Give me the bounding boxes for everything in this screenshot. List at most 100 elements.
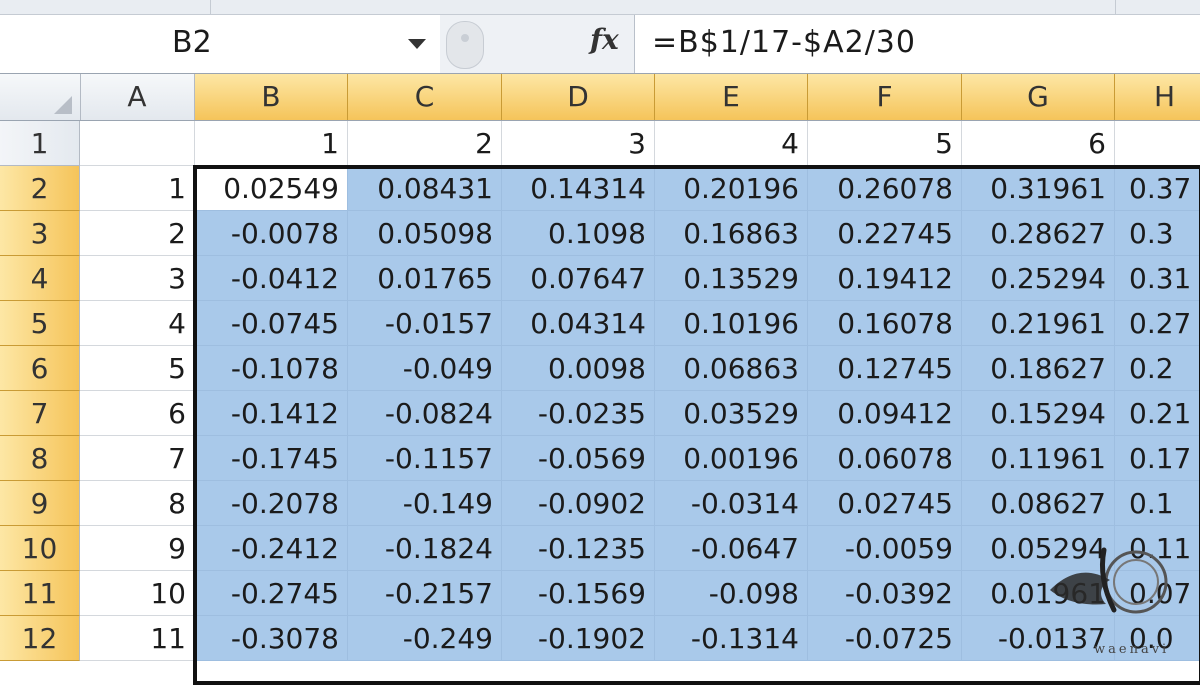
cell-f6[interactable]: 0.12745 [808, 346, 962, 391]
cell-e11[interactable]: -0.098 [655, 571, 808, 616]
cell-b10[interactable]: -0.2412 [195, 526, 348, 571]
cell-d11[interactable]: -0.1569 [502, 571, 655, 616]
cell-h6[interactable]: 0.2 [1115, 346, 1200, 391]
row-header-3[interactable]: 3 [0, 211, 80, 256]
cell-b6[interactable]: -0.1078 [195, 346, 348, 391]
cell-h9[interactable]: 0.1 [1115, 481, 1200, 526]
cell-f7[interactable]: 0.09412 [808, 391, 962, 436]
cell-g8[interactable]: 0.11961 [962, 436, 1115, 481]
cell-c11[interactable]: -0.2157 [348, 571, 502, 616]
cell-h12[interactable]: 0.0 [1115, 616, 1200, 661]
cell-f2[interactable]: 0.26078 [808, 166, 962, 211]
cell-e9[interactable]: -0.0314 [655, 481, 808, 526]
cell-h7[interactable]: 0.21 [1115, 391, 1200, 436]
cell-b12[interactable]: -0.3078 [195, 616, 348, 661]
cell-a5[interactable]: 4 [80, 301, 195, 346]
select-all-button[interactable] [0, 74, 81, 120]
row-header-7[interactable]: 7 [0, 391, 80, 436]
cell-f5[interactable]: 0.16078 [808, 301, 962, 346]
cell-d10[interactable]: -0.1235 [502, 526, 655, 571]
cell-g5[interactable]: 0.21961 [962, 301, 1115, 346]
cell-c8[interactable]: -0.1157 [348, 436, 502, 481]
cell-d1[interactable]: 3 [502, 121, 655, 166]
cell-b3[interactable]: -0.0078 [195, 211, 348, 256]
cell-b11[interactable]: -0.2745 [195, 571, 348, 616]
cell-b8[interactable]: -0.1745 [195, 436, 348, 481]
cell-f1[interactable]: 5 [808, 121, 962, 166]
cell-d2[interactable]: 0.14314 [502, 166, 655, 211]
cell-e10[interactable]: -0.0647 [655, 526, 808, 571]
row-header-5[interactable]: 5 [0, 301, 80, 346]
row-header-4[interactable]: 4 [0, 256, 80, 301]
cell-d4[interactable]: 0.07647 [502, 256, 655, 301]
cell-c5[interactable]: -0.0157 [348, 301, 502, 346]
column-header-a[interactable]: A [80, 74, 195, 120]
cell-e3[interactable]: 0.16863 [655, 211, 808, 256]
cell-g11[interactable]: 0.01961 [962, 571, 1115, 616]
column-header-e[interactable]: E [655, 74, 808, 120]
cell-b4[interactable]: -0.0412 [195, 256, 348, 301]
splitter-handle[interactable] [446, 21, 484, 69]
cell-g12[interactable]: -0.0137 [962, 616, 1115, 661]
column-header-f[interactable]: F [808, 74, 962, 120]
cell-h8[interactable]: 0.17 [1115, 436, 1200, 481]
cell-h1[interactable] [1115, 121, 1200, 166]
cell-g3[interactable]: 0.28627 [962, 211, 1115, 256]
cell-e1[interactable]: 4 [655, 121, 808, 166]
cell-g4[interactable]: 0.25294 [962, 256, 1115, 301]
cell-e4[interactable]: 0.13529 [655, 256, 808, 301]
column-header-d[interactable]: D [502, 74, 655, 120]
cell-b1[interactable]: 1 [195, 121, 348, 166]
cell-a7[interactable]: 6 [80, 391, 195, 436]
cell-c2[interactable]: 0.08431 [348, 166, 502, 211]
cell-a9[interactable]: 8 [80, 481, 195, 526]
cell-c7[interactable]: -0.0824 [348, 391, 502, 436]
name-box[interactable]: B2 [0, 15, 441, 73]
cell-c10[interactable]: -0.1824 [348, 526, 502, 571]
cell-c1[interactable]: 2 [348, 121, 502, 166]
column-header-g[interactable]: G [962, 74, 1115, 120]
cell-c3[interactable]: 0.05098 [348, 211, 502, 256]
cell-f12[interactable]: -0.0725 [808, 616, 962, 661]
cell-g7[interactable]: 0.15294 [962, 391, 1115, 436]
cell-d3[interactable]: 0.1098 [502, 211, 655, 256]
chevron-down-icon[interactable] [408, 39, 426, 49]
cell-e12[interactable]: -0.1314 [655, 616, 808, 661]
cell-a11[interactable]: 10 [80, 571, 195, 616]
cell-a8[interactable]: 7 [80, 436, 195, 481]
cell-d5[interactable]: 0.04314 [502, 301, 655, 346]
cell-h2[interactable]: 0.37 [1115, 166, 1200, 211]
column-header-b[interactable]: B [195, 74, 348, 120]
cell-a4[interactable]: 3 [80, 256, 195, 301]
cell-a3[interactable]: 2 [80, 211, 195, 256]
column-header-h[interactable]: H [1115, 74, 1200, 120]
cell-e6[interactable]: 0.06863 [655, 346, 808, 391]
cell-d6[interactable]: 0.0098 [502, 346, 655, 391]
row-header-2[interactable]: 2 [0, 166, 80, 211]
cell-h10[interactable]: 0.11 [1115, 526, 1200, 571]
cell-e8[interactable]: 0.00196 [655, 436, 808, 481]
cell-g10[interactable]: 0.05294 [962, 526, 1115, 571]
formula-input[interactable]: =B$1/17-$A2/30 [652, 25, 916, 60]
row-header-1[interactable]: 1 [0, 121, 80, 166]
cell-h4[interactable]: 0.31 [1115, 256, 1200, 301]
cell-b5[interactable]: -0.0745 [195, 301, 348, 346]
cell-d8[interactable]: -0.0569 [502, 436, 655, 481]
cell-c12[interactable]: -0.249 [348, 616, 502, 661]
cell-h3[interactable]: 0.3 [1115, 211, 1200, 256]
cell-a12[interactable]: 11 [80, 616, 195, 661]
row-header-10[interactable]: 10 [0, 526, 80, 571]
cell-c6[interactable]: -0.049 [348, 346, 502, 391]
cell-h5[interactable]: 0.27 [1115, 301, 1200, 346]
row-header-8[interactable]: 8 [0, 436, 80, 481]
row-header-9[interactable]: 9 [0, 481, 80, 526]
cell-e2[interactable]: 0.20196 [655, 166, 808, 211]
cell-h11[interactable]: 0.07 [1115, 571, 1200, 616]
cell-a6[interactable]: 5 [80, 346, 195, 391]
cell-b9[interactable]: -0.2078 [195, 481, 348, 526]
cell-g6[interactable]: 0.18627 [962, 346, 1115, 391]
cell-f4[interactable]: 0.19412 [808, 256, 962, 301]
cell-a1[interactable] [80, 121, 195, 166]
row-header-11[interactable]: 11 [0, 571, 80, 616]
cell-f3[interactable]: 0.22745 [808, 211, 962, 256]
